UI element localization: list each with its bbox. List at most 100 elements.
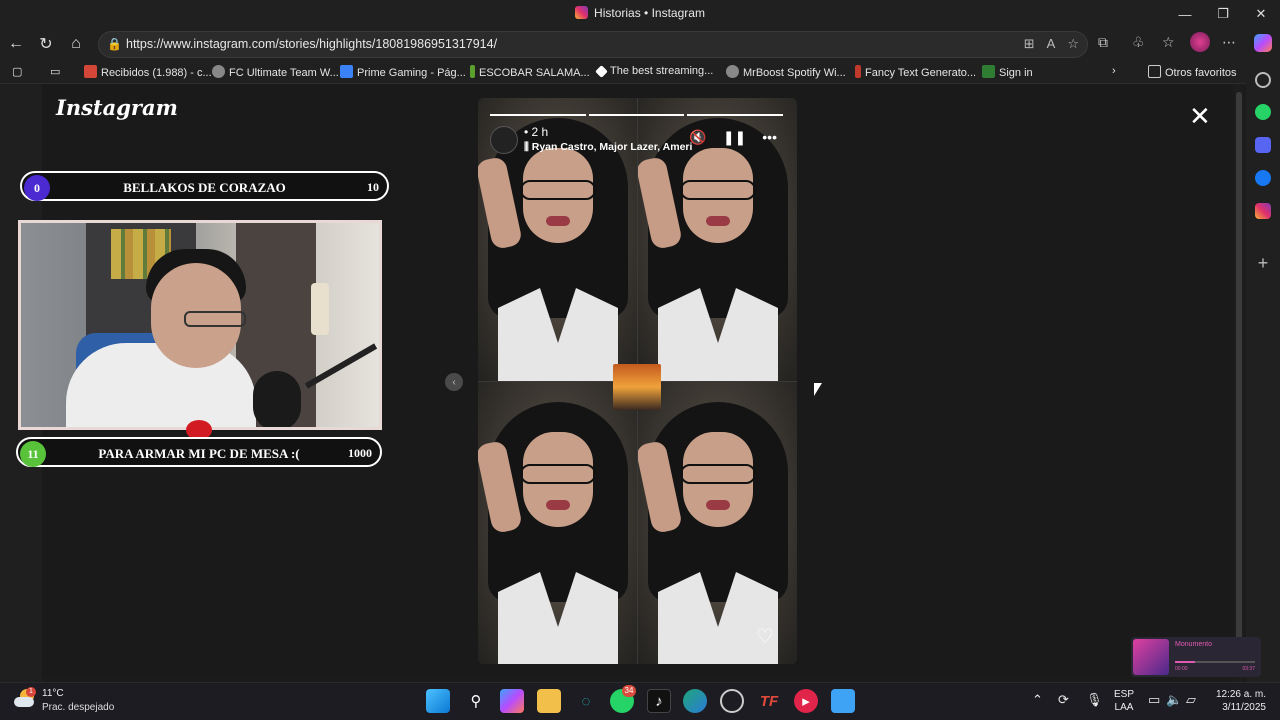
instagram-logo[interactable]: Instagram: [56, 95, 178, 120]
chevron-right-icon[interactable]: ›: [1112, 65, 1116, 77]
story-time-text: 2 h: [531, 125, 549, 139]
extensions-icon[interactable]: ⧉: [1098, 34, 1108, 51]
mute-icon[interactable]: 🔇: [689, 129, 706, 146]
fancy-text-icon: [855, 65, 861, 78]
bookmark-item[interactable]: ESCOBAR SALAMA...: [470, 65, 590, 79]
search-icon[interactable]: [1255, 72, 1271, 88]
volume-icon[interactable]: 🔈: [1166, 692, 1182, 708]
microphone-icon: [253, 371, 301, 427]
instagram-favicon-icon: [575, 6, 589, 19]
goal-pill-top: 0 BELLAKOS DE CORAZAO 10: [20, 171, 389, 201]
story-card[interactable]: • 2 h ⫼ Ryan Castro, Major Lazer, Americ…: [478, 98, 797, 664]
restore-icon[interactable]: ❐: [1204, 0, 1242, 28]
copilot-app-icon[interactable]: [500, 689, 524, 713]
goal-target: 1000: [348, 446, 372, 460]
file-explorer-icon[interactable]: [537, 689, 561, 713]
weather-temp[interactable]: 11°C: [42, 688, 64, 699]
browser-essentials-icon[interactable]: ♧: [1132, 34, 1145, 51]
goal-text: PARA ARMAR MI PC DE MESA :(: [98, 446, 300, 461]
language-indicator[interactable]: ESP LAA: [1114, 688, 1134, 714]
pause-icon[interactable]: ❚❚: [723, 129, 746, 146]
story-photo: [638, 382, 797, 664]
bookmark-item[interactable]: Fancy Text Generato...: [855, 65, 976, 79]
edge-dev-icon[interactable]: ◌: [574, 689, 598, 713]
discord-icon[interactable]: [1255, 137, 1271, 153]
like-heart-icon[interactable]: ♡: [756, 624, 774, 649]
add-icon[interactable]: +: [1255, 254, 1271, 272]
goal-count: 0: [24, 175, 50, 201]
url-text[interactable]: https://www.instagram.com/stories/highli…: [126, 37, 497, 51]
progress-segment: [588, 114, 685, 116]
other-favorites-label: Otros favoritos: [1165, 67, 1237, 79]
bookmark-item[interactable]: FC Ultimate Team W...: [212, 65, 339, 79]
refresh-icon[interactable]: ↻: [36, 34, 56, 54]
lock-icon[interactable]: 🔒: [107, 37, 122, 51]
language-secondary: LAA: [1114, 702, 1134, 713]
window-titlebar: Historias • Instagram — ❐ ✕: [0, 0, 1280, 28]
weather-icon[interactable]: 1: [14, 687, 36, 711]
scrollbar-thumb[interactable]: [1236, 92, 1242, 672]
clock-time: 12:26 a. m.: [1215, 689, 1266, 700]
copilot-icon[interactable]: [1254, 34, 1272, 52]
tab-actions-icon[interactable]: ▢: [12, 65, 22, 78]
favorites-icon[interactable]: ☆: [1162, 34, 1175, 51]
app-install-icon[interactable]: ⊞: [1024, 36, 1035, 52]
battery-icon[interactable]: ▱: [1186, 692, 1196, 708]
network-icon[interactable]: ▭: [1148, 692, 1160, 708]
tf-app-icon[interactable]: TF: [757, 689, 781, 713]
taskbar: 1 11°C Prac. despejado ⚲ ◌ 34 ♪ TF ▸ ⌃ ⟳…: [0, 682, 1280, 720]
windows-start-icon[interactable]: [426, 689, 450, 713]
url-actions: ⊞ A ☆: [1024, 36, 1079, 52]
bookmark-item[interactable]: The best streaming...: [595, 65, 713, 78]
other-favorites[interactable]: Otros favoritos: [1148, 65, 1237, 79]
minimize-icon[interactable]: —: [1166, 0, 1204, 28]
sync-icon[interactable]: ⟳: [1058, 692, 1069, 708]
notepad-icon[interactable]: [831, 689, 855, 713]
bookmark-label: Prime Gaming - Pág...: [357, 67, 466, 79]
collections-icon[interactable]: ▭: [50, 65, 60, 78]
whatsapp-icon[interactable]: [1255, 104, 1271, 120]
goal-target: 10: [367, 180, 379, 194]
goal-count: 11: [20, 441, 46, 467]
close-window-icon[interactable]: ✕: [1242, 0, 1280, 28]
read-aloud-icon[interactable]: A: [1047, 36, 1056, 52]
progress-segment: [490, 114, 586, 116]
address-bar[interactable]: 🔒 https://www.instagram.com/stories/high…: [98, 31, 1088, 58]
media-player-icon[interactable]: ▸: [794, 689, 818, 713]
bookmark-item[interactable]: Prime Gaming - Pág...: [340, 65, 466, 79]
now-playing-elapsed: 00:00: [1175, 666, 1188, 672]
tiktok-icon[interactable]: ♪: [647, 689, 671, 713]
edge-browser-icon[interactable]: [683, 689, 707, 713]
bookmarks-bar: ▢ ▭ Recibidos (1.988) - c... FC Ultimate…: [0, 60, 1246, 84]
story-avatar[interactable]: [490, 126, 518, 154]
gmail-icon: [84, 65, 97, 78]
goal-text: BELLAKOS DE CORAZAO: [123, 180, 286, 195]
home-icon[interactable]: ⌂: [66, 34, 86, 54]
bookmark-item[interactable]: Recibidos (1.988) - c...: [84, 65, 212, 79]
facebook-icon[interactable]: [1255, 170, 1271, 186]
bookmark-item[interactable]: Sign in: [982, 65, 1033, 79]
previous-story-icon[interactable]: ‹: [445, 373, 463, 391]
search-icon[interactable]: ⚲: [464, 689, 488, 713]
music-sticker[interactable]: [613, 364, 661, 424]
weather-desc[interactable]: Prac. despejado: [42, 702, 114, 713]
more-menu-icon[interactable]: ⋯: [1222, 34, 1236, 51]
instagram-icon[interactable]: [1255, 203, 1271, 219]
scrollbar[interactable]: [1234, 84, 1244, 682]
story-music[interactable]: ⫼ Ryan Castro, Major Lazer, America: [524, 141, 692, 154]
mic-tray-icon[interactable]: 🎙: [1086, 692, 1103, 708]
chrome-like-icon[interactable]: [720, 689, 744, 713]
tray-overflow-icon[interactable]: ⌃: [1032, 692, 1043, 708]
profile-avatar[interactable]: [1190, 32, 1210, 52]
bookmark-item[interactable]: MrBoost Spotify Wi...: [726, 65, 846, 79]
whatsapp-badge: 34: [622, 685, 636, 697]
now-playing-title: Monumento: [1175, 641, 1212, 648]
more-options-icon[interactable]: •••: [762, 129, 777, 146]
favorite-star-icon[interactable]: ☆: [1067, 36, 1079, 52]
clock[interactable]: 12:26 a. m. 3/11/2025: [1210, 688, 1266, 714]
now-playing-widget[interactable]: Monumento 00:00 03:37: [1131, 637, 1261, 677]
close-story-icon[interactable]: ✕: [1189, 103, 1211, 129]
mouse-cursor: [814, 383, 822, 396]
story-progress: [490, 114, 784, 116]
back-icon[interactable]: ←: [6, 34, 26, 54]
